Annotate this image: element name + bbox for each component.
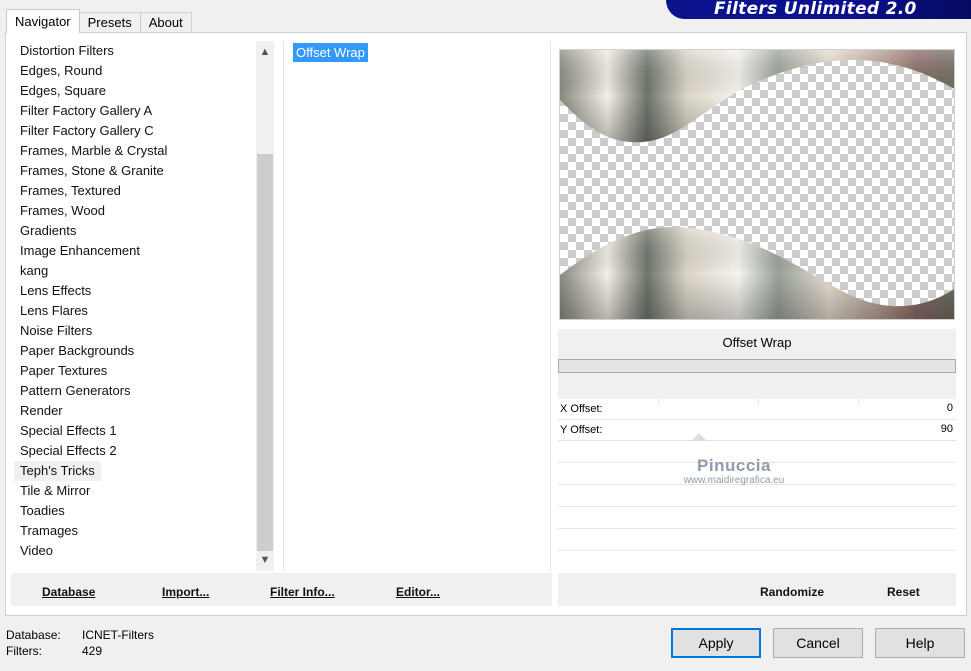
y-offset-slider[interactable]: Y Offset: 90 xyxy=(558,420,956,441)
filter-list[interactable]: Offset Wrap xyxy=(283,41,551,571)
filters-count-label: Filters: xyxy=(6,644,42,658)
category-item[interactable]: Edges, Round xyxy=(14,61,257,81)
parameter-title: Offset Wrap xyxy=(558,329,956,359)
category-item[interactable]: Gradients xyxy=(14,221,257,241)
category-item[interactable]: Tramages xyxy=(14,521,257,541)
category-item[interactable]: Tile & Mirror xyxy=(14,481,257,501)
tab-about[interactable]: About xyxy=(139,12,192,33)
category-item[interactable]: Special Effects 2 xyxy=(14,441,257,461)
category-item[interactable]: Frames, Stone & Granite xyxy=(14,161,257,181)
watermark-url: www.maidiregrafica.eu xyxy=(683,475,785,486)
cancel-button[interactable]: Cancel xyxy=(773,628,863,658)
category-item[interactable]: Render xyxy=(14,401,257,421)
scrollbar-thumb[interactable] xyxy=(257,154,273,551)
scroll-up-icon[interactable]: ▲ xyxy=(256,41,274,63)
scroll-down-icon[interactable]: ▼ xyxy=(256,549,274,571)
category-item[interactable]: Filter Factory Gallery C xyxy=(14,121,257,141)
database-status-value: ICNET-Filters xyxy=(82,628,154,642)
reset-button[interactable]: Reset xyxy=(887,573,920,606)
parameter-spacer xyxy=(558,373,956,399)
filter-info-button[interactable]: Filter Info... xyxy=(270,573,335,606)
preview-image xyxy=(559,49,955,320)
tab-navigator[interactable]: Navigator xyxy=(6,9,80,33)
empty-parameter-row xyxy=(558,530,956,551)
category-scrollbar[interactable]: ▲ ▼ xyxy=(256,41,274,571)
parameter-toolbar: Randomize Reset xyxy=(558,573,956,606)
import-button[interactable]: Import... xyxy=(162,573,209,606)
empty-parameter-row xyxy=(558,508,956,529)
slider-tick xyxy=(858,399,859,405)
category-item[interactable]: kang xyxy=(14,261,257,281)
category-item[interactable]: Frames, Wood xyxy=(14,201,257,221)
category-list[interactable]: Distortion Filters Edges, Round Edges, Squ… xyxy=(14,41,257,571)
preview-canvas xyxy=(560,50,954,319)
category-item[interactable]: Pattern Generators xyxy=(14,381,257,401)
category-item[interactable]: Video xyxy=(14,541,257,561)
category-item[interactable]: Edges, Square xyxy=(14,81,257,101)
category-item[interactable]: Special Effects 1 xyxy=(14,421,257,441)
x-offset-slider[interactable]: X Offset: 0 xyxy=(558,399,956,420)
slider-marker-icon xyxy=(691,433,707,441)
tab-presets[interactable]: Presets xyxy=(78,12,141,33)
category-item[interactable]: Paper Backgrounds xyxy=(14,341,257,361)
parameters-panel: Offset Wrap X Offset: 0 Y Offset: 90 xyxy=(558,329,956,554)
category-item[interactable]: Frames, Textured xyxy=(14,181,257,201)
database-status-label: Database: xyxy=(6,628,61,642)
status-area: Database: ICNET-Filters Filters: 429 xyxy=(6,627,154,659)
x-offset-value: 0 xyxy=(946,402,953,414)
tab-bar: Navigator Presets About xyxy=(6,9,192,33)
category-item[interactable]: Lens Flares xyxy=(14,301,257,321)
y-offset-value: 90 xyxy=(940,423,953,435)
brand-banner: Filters Unlimited 2.0 xyxy=(666,0,971,19)
watermark: Pinuccia www.maidiregrafica.eu xyxy=(672,456,796,487)
apply-button[interactable]: Apply xyxy=(671,628,761,658)
slider-tick xyxy=(758,399,759,405)
category-item[interactable]: Teph's Tricks xyxy=(14,461,101,481)
category-item[interactable]: Toadies xyxy=(14,501,257,521)
editor-button[interactable]: Editor... xyxy=(396,573,440,606)
database-button[interactable]: Database xyxy=(42,573,95,606)
filters-count-value: 429 xyxy=(82,644,103,658)
randomize-button[interactable]: Randomize xyxy=(760,573,824,606)
x-offset-label: X Offset: xyxy=(560,403,603,415)
y-offset-label: Y Offset: xyxy=(560,424,603,436)
watermark-name: Pinuccia xyxy=(697,456,771,475)
parameter-progress-bar xyxy=(558,359,956,373)
help-button[interactable]: Help xyxy=(875,628,965,658)
category-item[interactable]: Distortion Filters xyxy=(14,41,257,61)
empty-parameter-row xyxy=(558,486,956,507)
category-item[interactable]: Filter Factory Gallery A xyxy=(14,101,257,121)
list-toolbar: Database Import... Filter Info... Editor… xyxy=(11,573,552,606)
filter-item-offset-wrap[interactable]: Offset Wrap xyxy=(293,43,368,62)
category-item[interactable]: Paper Textures xyxy=(14,361,257,381)
category-item[interactable]: Image Enhancement xyxy=(14,241,257,261)
slider-tick xyxy=(658,399,659,405)
category-item[interactable]: Lens Effects xyxy=(14,281,257,301)
category-item[interactable]: Noise Filters xyxy=(14,321,257,341)
category-item[interactable]: Frames, Marble & Crystal xyxy=(14,141,257,161)
